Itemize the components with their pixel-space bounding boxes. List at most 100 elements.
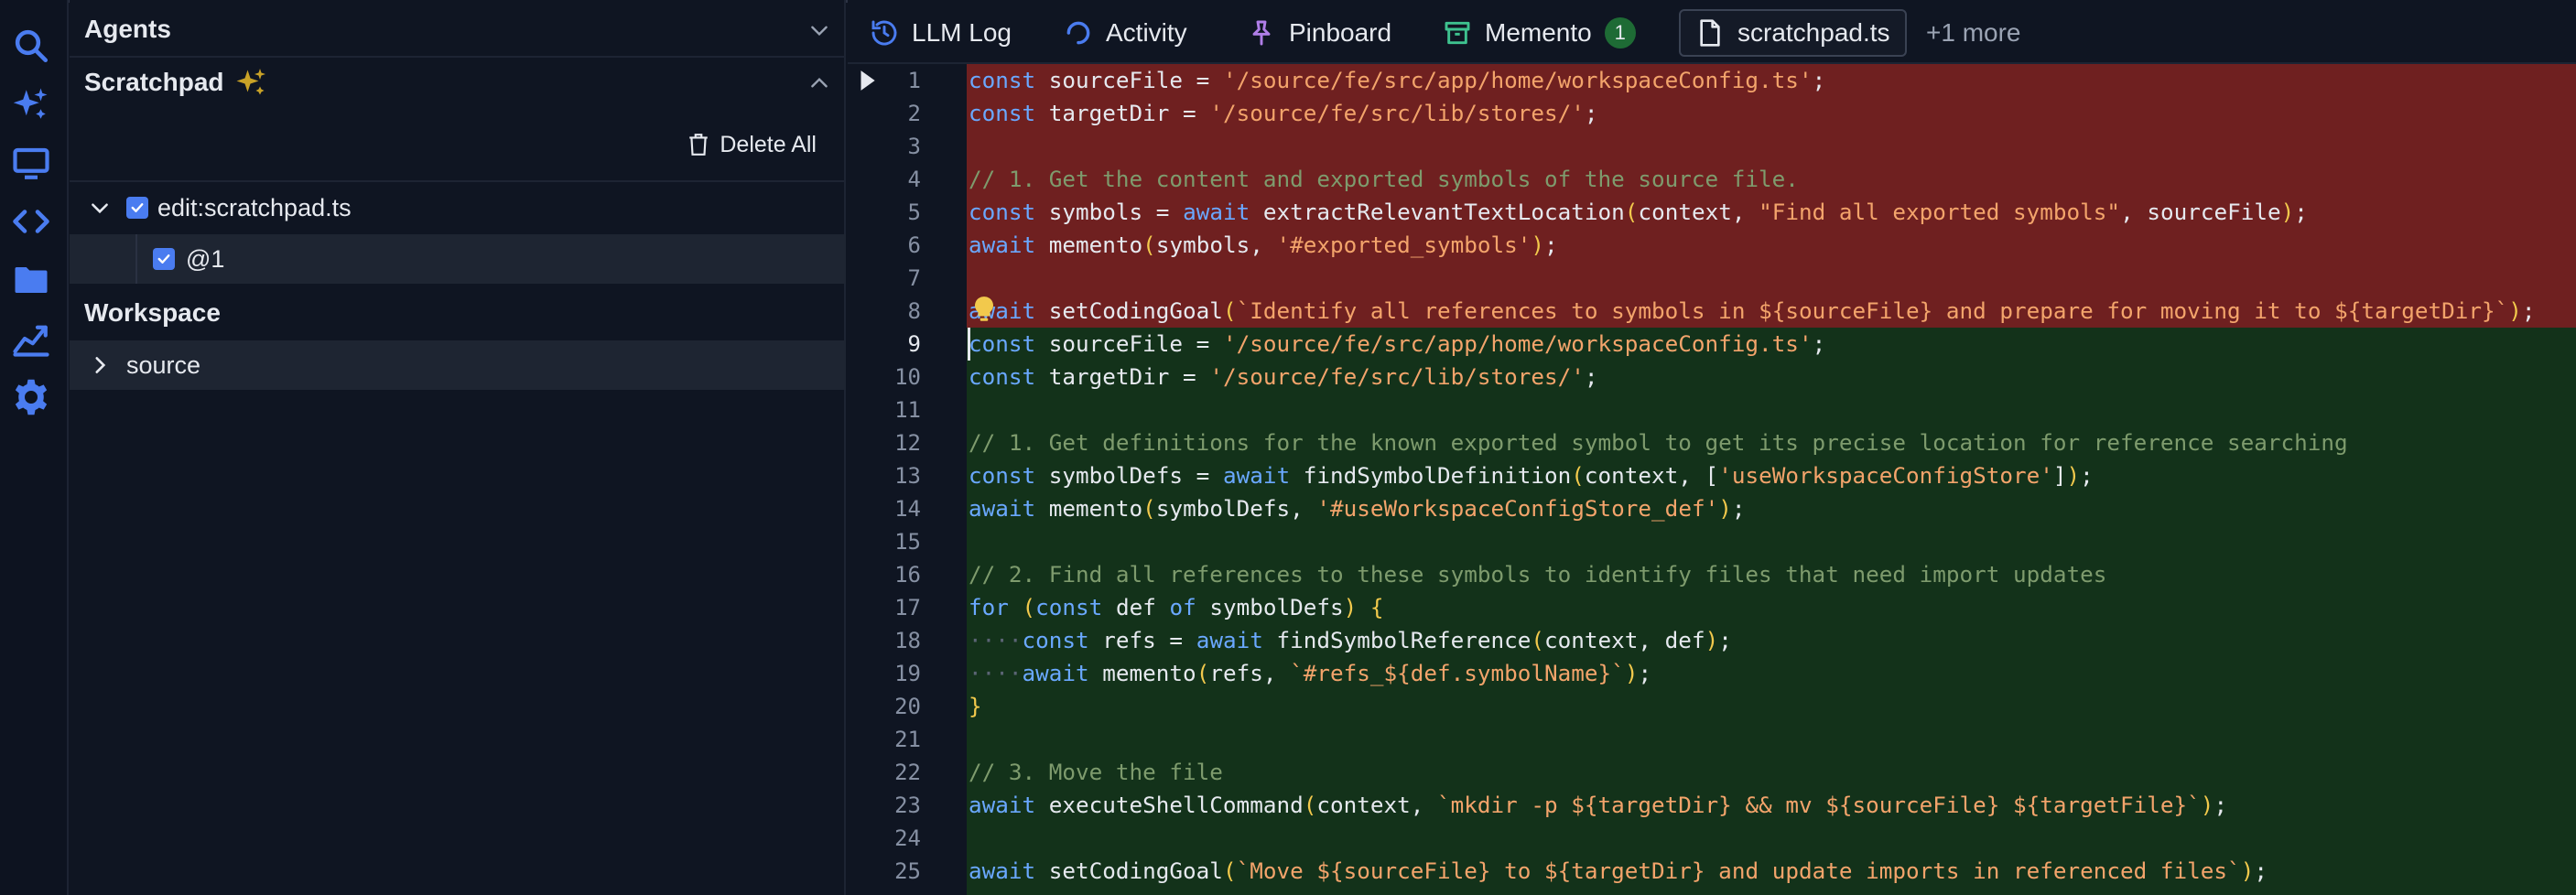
line-number: 24: [894, 825, 921, 851]
code-line[interactable]: 8 await setCodingGoal(`Identify all refer…: [848, 295, 2576, 328]
code-editor[interactable]: 1 const sourceFile = '/source/fe/src/app/…: [848, 64, 2576, 895]
code-line[interactable]: 17 for (const def of symbolDefs) {: [848, 591, 2576, 624]
line-number: 15: [894, 529, 921, 555]
line-number: 9: [907, 331, 921, 357]
line-number: 25: [894, 858, 921, 884]
memento-count-badge: 1: [1604, 17, 1636, 49]
lightbulb-icon[interactable]: [972, 295, 996, 324]
code-line[interactable]: 16 // 2. Find all references to these sym…: [848, 558, 2576, 591]
tab-activity[interactable]: Activity: [1064, 9, 1187, 57]
line-number: 6: [907, 232, 921, 258]
file-checkbox[interactable]: [126, 197, 148, 219]
line-number: 21: [894, 727, 921, 752]
code-line[interactable]: 24: [848, 822, 2576, 855]
line-text: const targetDir = '/source/fe/src/lib/st…: [969, 363, 1598, 390]
line-text: for (const def of symbolDefs) {: [969, 594, 1384, 620]
tree-item-label: @1: [186, 244, 225, 273]
line-text: // 2. Find all references to these symbo…: [969, 561, 2107, 588]
line-text: const symbols = await extractRelevantTex…: [969, 199, 2308, 225]
sidebar: Agents Scratchpad Delete All edit:scratc…: [70, 0, 846, 895]
code-line[interactable]: 2 const targetDir = '/source/fe/src/lib/s…: [848, 97, 2576, 130]
code-line[interactable]: 10 const targetDir = '/source/fe/src/lib/…: [848, 361, 2576, 394]
tab-llm-log[interactable]: LLM Log: [870, 9, 1012, 57]
line-number: 19: [894, 661, 921, 686]
code-line[interactable]: 25 await setCodingGoal(`Move ${sourceFile…: [848, 855, 2576, 888]
line-text: ····const refs = await findSymbolReferen…: [969, 627, 1732, 653]
tree-item-label: edit:scratchpad.ts: [157, 193, 352, 221]
tab-label: Activity: [1106, 18, 1187, 47]
workspace-section-header[interactable]: Workspace: [70, 287, 846, 339]
code-line[interactable]: 4 // 1. Get the content and exported symb…: [848, 163, 2576, 196]
code-line[interactable]: 20}: [848, 690, 2576, 723]
code-line[interactable]: 3: [848, 130, 2576, 163]
line-number: 22: [894, 760, 921, 785]
tab-label: Pinboard: [1289, 18, 1392, 47]
code-line[interactable]: 18 ····const refs = await findSymbolRefer…: [848, 624, 2576, 657]
code-line[interactable]: 1 const sourceFile = '/source/fe/src/app/…: [848, 64, 2576, 97]
line-text: const symbolDefs = await findSymbolDefin…: [969, 462, 2094, 489]
chevron-down-icon[interactable]: [88, 196, 112, 220]
code-line[interactable]: 13 const symbolDefs = await findSymbolDef…: [848, 459, 2576, 492]
code-line[interactable]: 21: [848, 723, 2576, 756]
gear-icon[interactable]: [9, 375, 53, 419]
tree-item-source[interactable]: source: [70, 340, 846, 390]
agents-section-header[interactable]: Agents: [70, 4, 846, 55]
sparkle-icon[interactable]: [9, 82, 53, 126]
line-text: // 1. Get definitions for the known expo…: [969, 429, 2348, 456]
code-line[interactable]: 5 const symbols = await extractRelevantTe…: [848, 196, 2576, 229]
version-checkbox[interactable]: [153, 248, 175, 270]
tab-pinboard[interactable]: Pinboard: [1247, 9, 1391, 57]
chevron-down-icon[interactable]: [807, 18, 831, 42]
line-number: 3: [907, 134, 921, 159]
line-number: 16: [894, 562, 921, 588]
line-number: 10: [894, 364, 921, 390]
code-line[interactable]: 15: [848, 525, 2576, 558]
search-icon[interactable]: [9, 24, 53, 68]
chart-icon[interactable]: [9, 317, 53, 361]
delete-all-label: Delete All: [720, 131, 817, 157]
tab-bar: LLM Log Activity Pinboard Memento 1 scra…: [848, 0, 2576, 64]
code-line[interactable]: 11: [848, 394, 2576, 426]
agents-title: Agents: [84, 15, 171, 43]
folder-icon[interactable]: [9, 258, 53, 302]
code-line[interactable]: 6 await memento(symbols, '#exported_symbo…: [848, 229, 2576, 262]
code-line[interactable]: 26: [848, 888, 2576, 895]
archive-icon: [1445, 21, 1470, 45]
history-icon: [871, 20, 897, 46]
line-text: await setCodingGoal(`Identify all refere…: [969, 297, 2536, 324]
line-number: 8: [907, 298, 921, 324]
code-line[interactable]: 12 // 1. Get definitions for the known ex…: [848, 426, 2576, 459]
workspace-title: Workspace: [84, 298, 221, 327]
line-text: const sourceFile = '/source/fe/src/app/h…: [969, 67, 1826, 93]
code-line[interactable]: 14 await memento(symbolDefs, '#useWorkspa…: [848, 492, 2576, 525]
chevron-right-icon[interactable]: [88, 353, 112, 377]
tab-scratchpad[interactable]: scratchpad.ts: [1679, 9, 1907, 57]
monitor-icon[interactable]: [9, 141, 53, 185]
code-line[interactable]: 19 ····await memento(refs, `#refs_${def.s…: [848, 657, 2576, 690]
tab-memento[interactable]: Memento 1: [1443, 9, 1636, 57]
line-text: // 1. Get the content and exported symbo…: [969, 166, 1799, 192]
code-icon[interactable]: [9, 199, 53, 243]
tree-item-label: source: [126, 350, 201, 379]
code-line[interactable]: 22 // 3. Move the file: [848, 756, 2576, 789]
code-line[interactable]: 23 await executeShellCommand(context, `mk…: [848, 789, 2576, 822]
activity-bar: [0, 0, 69, 895]
delete-all-button[interactable]: Delete All: [687, 124, 817, 165]
code-line[interactable]: 7: [848, 262, 2576, 295]
more-tabs-button[interactable]: +1 more: [1926, 9, 2021, 57]
line-number: 14: [894, 496, 921, 522]
line-number: 1: [907, 68, 921, 93]
chevron-up-icon[interactable]: [807, 71, 831, 95]
scratchpad-section-header[interactable]: Scratchpad: [70, 57, 846, 108]
tree-item-scratchpad-file[interactable]: edit:scratchpad.ts: [70, 183, 846, 232]
line-text: await executeShellCommand(context, `mkdi…: [969, 792, 2228, 818]
sparkle-icon: [236, 69, 265, 95]
line-number: 18: [894, 628, 921, 653]
text-cursor: [968, 328, 970, 361]
file-icon: [1700, 19, 1720, 47]
line-text: }: [969, 693, 982, 719]
line-number: 11: [894, 397, 921, 423]
tree-item-version[interactable]: @1: [70, 234, 846, 284]
section-divider: [70, 180, 846, 182]
code-line[interactable]: 9 const sourceFile = '/source/fe/src/app/…: [848, 328, 2576, 361]
